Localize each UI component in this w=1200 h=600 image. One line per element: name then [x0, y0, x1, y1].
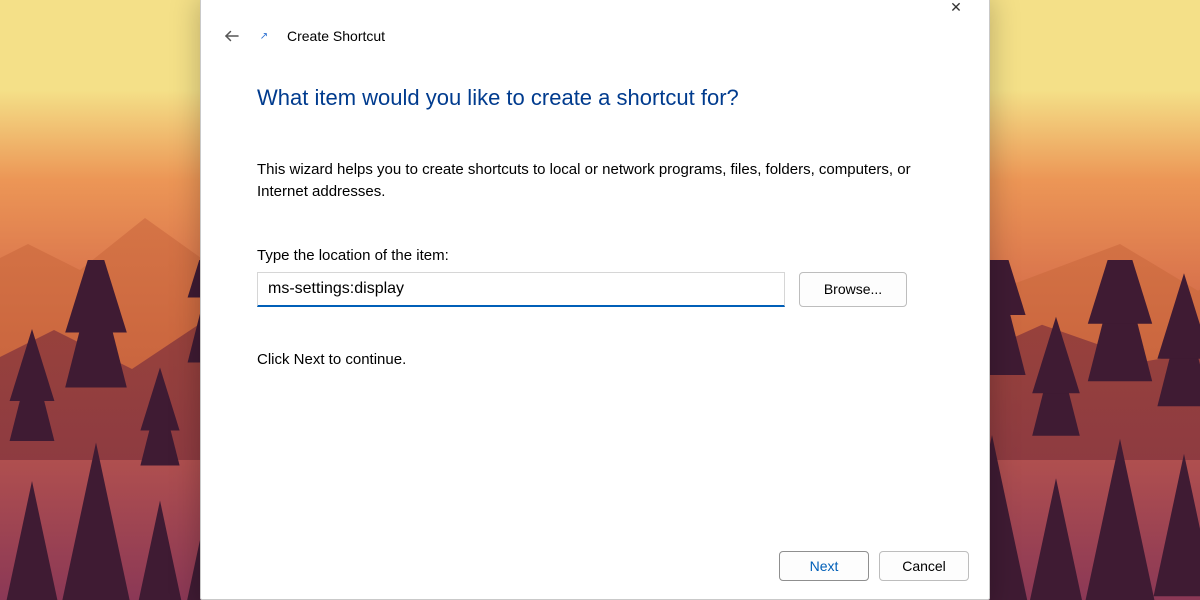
back-button[interactable]: [223, 27, 241, 45]
shortcut-icon: ↗: [257, 29, 271, 43]
close-icon: ✕: [950, 0, 962, 16]
close-button[interactable]: ✕: [933, 0, 979, 23]
dialog-title: Create Shortcut: [287, 28, 385, 44]
cancel-button[interactable]: Cancel: [879, 551, 969, 581]
arrow-left-icon: [223, 27, 241, 45]
location-label: Type the location of the item:: [257, 247, 933, 264]
next-button[interactable]: Next: [779, 551, 869, 581]
dialog-footer: Next Cancel: [201, 537, 989, 599]
continue-instruction: Click Next to continue.: [257, 351, 933, 368]
title-bar: ✕: [201, 0, 989, 23]
location-input[interactable]: [257, 272, 785, 307]
page-heading: What item would you like to create a sho…: [257, 85, 933, 111]
dialog-header: ↗ Create Shortcut: [201, 23, 989, 65]
browse-button[interactable]: Browse...: [799, 272, 907, 307]
create-shortcut-dialog: ✕ ↗ Create Shortcut What item would you …: [200, 0, 990, 600]
dialog-body: What item would you like to create a sho…: [201, 65, 989, 537]
wizard-description: This wizard helps you to create shortcut…: [257, 159, 917, 203]
